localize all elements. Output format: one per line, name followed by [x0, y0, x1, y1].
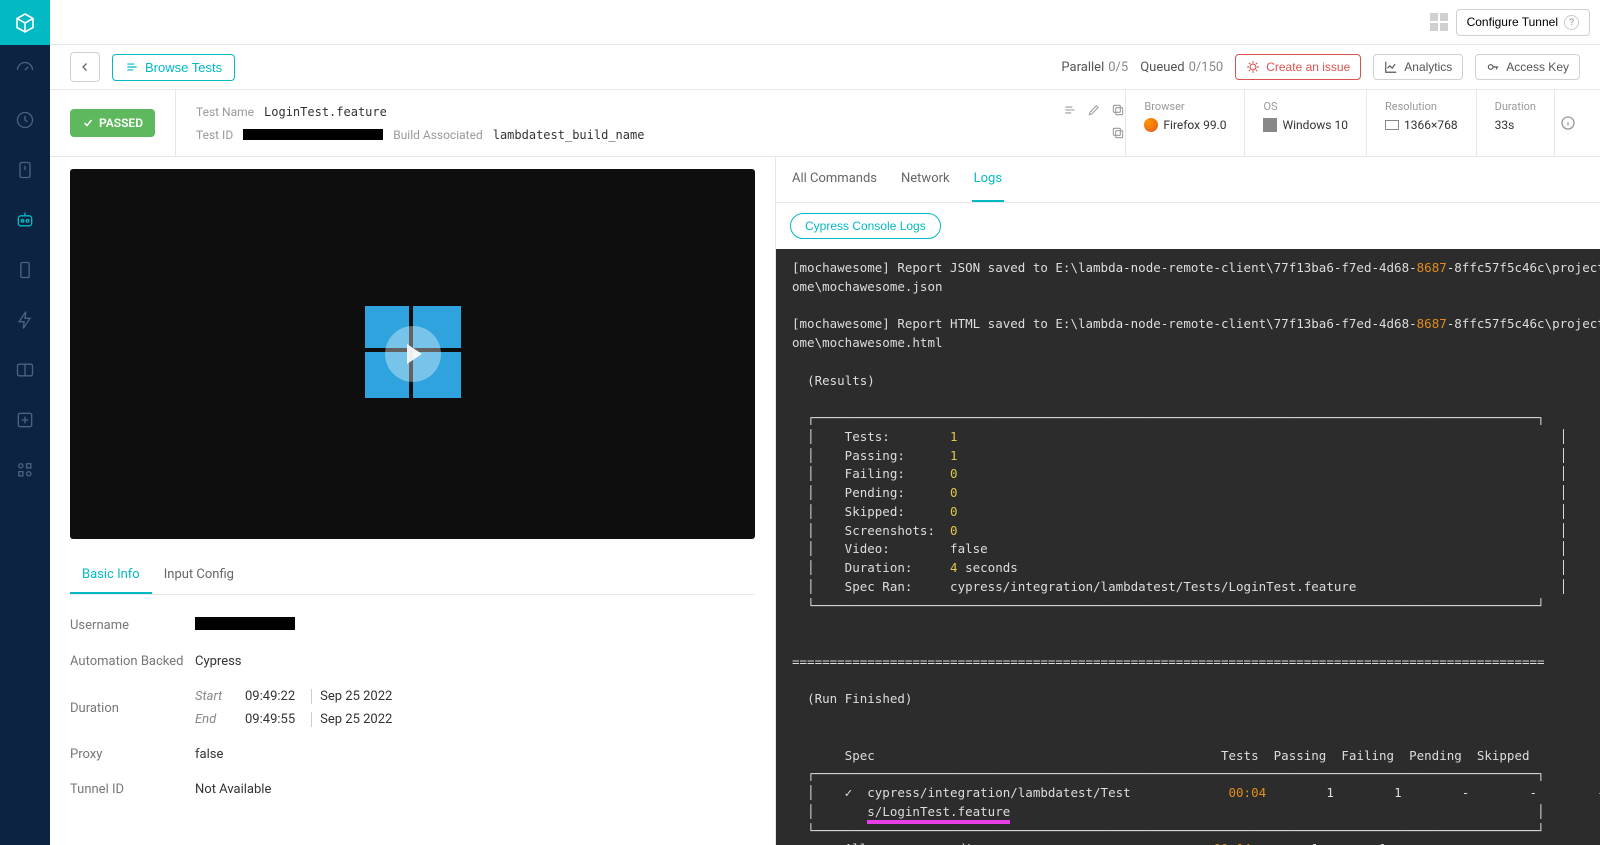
configure-tunnel-button[interactable]: Configure Tunnel ? [1456, 9, 1590, 36]
build-value: lambdatest_build_name [493, 128, 645, 142]
queued-stat: Queued0/150 [1140, 60, 1223, 75]
username-redacted [195, 617, 295, 630]
play-icon [385, 326, 441, 382]
sidebar-item-device[interactable] [0, 245, 50, 295]
windows-icon [1263, 118, 1277, 132]
access-key-button[interactable]: Access Key [1475, 54, 1580, 80]
apps-icon[interactable] [1430, 13, 1448, 31]
tab-network[interactable]: Network [899, 157, 952, 202]
status-badge: PASSED [70, 109, 155, 137]
tab-basic-info[interactable]: Basic Info [70, 557, 152, 594]
right-tabs: All Commands Network Logs [776, 157, 1600, 203]
tab-input-config[interactable]: Input Config [152, 557, 246, 594]
analytics-button[interactable]: Analytics [1373, 54, 1463, 80]
video-player[interactable] [70, 169, 755, 539]
build-label: Build Associated [393, 128, 483, 142]
configure-tunnel-label: Configure Tunnel [1467, 15, 1558, 29]
sidebar-item-screenshot[interactable] [0, 345, 50, 395]
topbar: Configure Tunnel ? [50, 0, 1600, 45]
sidebar-item-realtime[interactable] [0, 145, 50, 195]
screen-icon [1385, 120, 1399, 130]
right-pane: All Commands Network Logs Cypress Consol… [775, 157, 1600, 845]
brand-logo [0, 0, 50, 45]
sidebar-item-add[interactable] [0, 395, 50, 445]
test-name-label: Test Name [196, 105, 254, 119]
test-name-value: LoginTest.feature [264, 105, 387, 119]
left-pane: Basic Info Input Config Username Automat… [50, 157, 775, 845]
create-issue-button[interactable]: Create an issue [1235, 54, 1361, 80]
copy-icon[interactable] [1111, 103, 1125, 120]
env-browser: Browser Firefox 99.0 [1126, 90, 1245, 156]
test-id-label: Test ID [196, 128, 233, 142]
browse-tests-button[interactable]: Browse Tests [112, 54, 235, 81]
env-os: OS Windows 10 [1245, 90, 1366, 156]
sidebar [0, 0, 50, 845]
console-output[interactable]: [mochawesome] Report JSON saved to E:\la… [776, 249, 1600, 845]
sidebar-item-performance[interactable] [0, 295, 50, 345]
sidebar-item-history[interactable] [0, 95, 50, 145]
info-icon[interactable] [1554, 90, 1580, 156]
sidebar-item-integrations[interactable] [0, 445, 50, 495]
env-resolution: Resolution 1366×768 [1367, 90, 1477, 156]
basic-info: Username Automation Backed Cypress Durat… [70, 595, 755, 819]
help-icon: ? [1564, 15, 1579, 30]
sidebar-item-automation[interactable] [0, 195, 50, 245]
copy-icon[interactable] [1111, 126, 1125, 143]
edit-icon[interactable] [1087, 103, 1101, 120]
test-header: Browse Tests Parallel0/5 Queued0/150 Cre… [50, 45, 1600, 90]
test-info-row: PASSED Test Name LoginTest.feature Test … [50, 90, 1600, 157]
firefox-icon [1144, 118, 1158, 132]
test-id-redacted [243, 129, 383, 140]
back-button[interactable] [70, 52, 100, 82]
tab-logs[interactable]: Logs [972, 157, 1004, 202]
tab-all-commands[interactable]: All Commands [790, 157, 879, 202]
sidebar-item-dashboard[interactable] [0, 45, 50, 95]
cypress-console-logs-button[interactable]: Cypress Console Logs [790, 213, 941, 239]
env-duration: Duration 33s [1477, 90, 1554, 156]
share-icon[interactable] [1063, 103, 1077, 120]
browse-tests-label: Browse Tests [145, 60, 222, 75]
parallel-stat: Parallel0/5 [1061, 60, 1128, 75]
left-tabs: Basic Info Input Config [70, 557, 755, 595]
